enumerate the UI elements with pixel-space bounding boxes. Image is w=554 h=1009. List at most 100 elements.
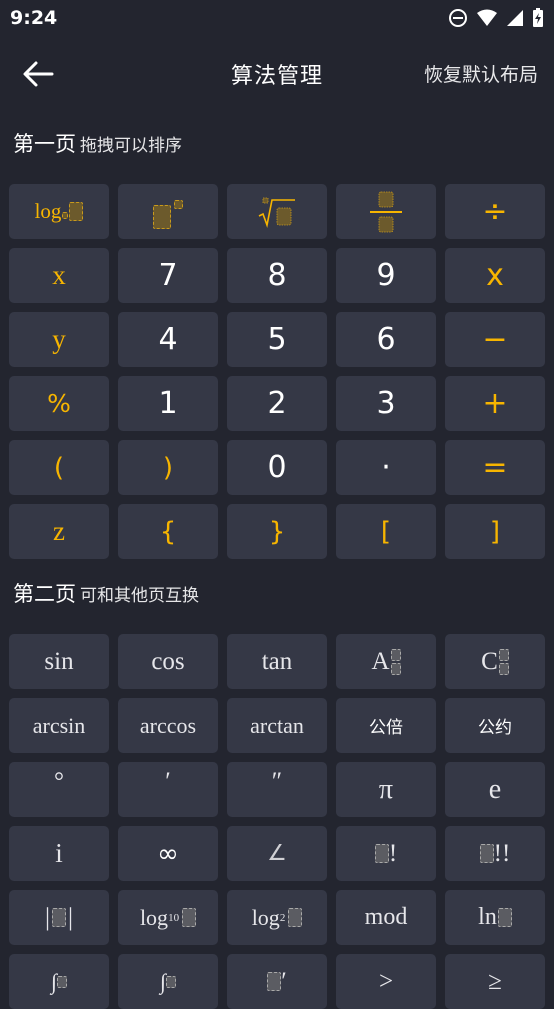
placeholder-box: [390, 662, 401, 675]
page2-hint: 可和其他页互换: [80, 586, 199, 606]
key-double-factorial[interactable]: !!: [445, 826, 545, 881]
key-ln[interactable]: ln: [445, 890, 545, 945]
placeholder-box: [267, 972, 282, 991]
key-7[interactable]: 7: [118, 248, 218, 303]
key-left-brace[interactable]: {: [118, 504, 218, 559]
app-bar: 算法管理 恢复默认布局: [0, 40, 554, 106]
key-arrangement[interactable]: A: [336, 634, 436, 689]
page1-keypad: log ÷ x 7 8 9 x y 4 5 6 − % 1 2 3 + ( ) …: [9, 184, 545, 559]
key-infinity[interactable]: ∞: [118, 826, 218, 881]
placeholder-box: [479, 844, 494, 863]
placeholder-stack: [390, 648, 401, 675]
key-8[interactable]: 8: [227, 248, 327, 303]
key-gcd[interactable]: 公约: [445, 698, 545, 753]
placeholder-box: [174, 200, 183, 209]
key-abs-bar: |: [68, 903, 74, 931]
key-fraction[interactable]: [336, 184, 436, 239]
key-arc-minute[interactable]: ′: [118, 762, 218, 817]
placeholder-box: [153, 204, 171, 229]
key-integral[interactable]: ∫: [9, 954, 109, 1009]
status-icons: [448, 8, 544, 28]
key-0[interactable]: 0: [227, 440, 327, 495]
page2-label: 第二页 可和其他页互换: [13, 578, 199, 608]
key-combination[interactable]: C: [445, 634, 545, 689]
key-left-bracket[interactable]: [: [336, 504, 436, 559]
key-log2[interactable]: log 2: [227, 890, 327, 945]
placeholder-box: [390, 648, 401, 661]
page2-keypad: sin cos tan A C arcsin arccos arctan 公倍 …: [9, 634, 545, 1009]
key-x-variable[interactable]: x: [9, 248, 109, 303]
key-divide[interactable]: ÷: [445, 184, 545, 239]
placeholder-box: [288, 908, 303, 927]
key-double-factorial-text: !!: [493, 839, 511, 867]
key-right-brace[interactable]: }: [227, 504, 327, 559]
key-multiply[interactable]: x: [445, 248, 545, 303]
placeholder-box: [374, 844, 389, 863]
key-4[interactable]: 4: [118, 312, 218, 367]
key-equals[interactable]: =: [445, 440, 545, 495]
key-decimal-point[interactable]: ·: [336, 440, 436, 495]
key-percent[interactable]: %: [9, 376, 109, 431]
key-plus[interactable]: +: [445, 376, 545, 431]
placeholder-box: [498, 662, 509, 675]
battery-icon: [533, 8, 543, 27]
key-log10-subscript: 10: [168, 911, 180, 924]
key-log-text: log: [34, 199, 62, 223]
key-log2-subscript: 2: [279, 911, 286, 924]
root-icon: [258, 197, 295, 228]
key-right-paren[interactable]: ): [118, 440, 218, 495]
placeholder-box: [498, 648, 509, 661]
key-z-variable[interactable]: z: [9, 504, 109, 559]
wifi-icon: [477, 9, 497, 26]
key-1[interactable]: 1: [118, 376, 218, 431]
key-e[interactable]: e: [445, 762, 545, 817]
key-derivative[interactable]: ′: [227, 954, 327, 1009]
key-definite-integral[interactable]: ∫: [118, 954, 218, 1009]
key-factorial-text: !: [388, 839, 398, 867]
key-abs-bar: |: [44, 903, 50, 931]
key-y-variable[interactable]: y: [9, 312, 109, 367]
key-right-bracket[interactable]: ]: [445, 504, 545, 559]
key-log-base[interactable]: log: [9, 184, 109, 239]
key-tan[interactable]: tan: [227, 634, 327, 689]
key-arctan[interactable]: arctan: [227, 698, 327, 753]
key-5[interactable]: 5: [227, 312, 327, 367]
status-time: 9:24: [10, 7, 58, 29]
placeholder-box: [182, 908, 197, 927]
key-greater-equal[interactable]: ≥: [445, 954, 545, 1009]
key-pi[interactable]: π: [336, 762, 436, 817]
key-angle[interactable]: ∠: [227, 826, 327, 881]
key-power[interactable]: [118, 184, 218, 239]
key-factorial[interactable]: !: [336, 826, 436, 881]
key-a-text: A: [371, 647, 390, 675]
key-9[interactable]: 9: [336, 248, 436, 303]
page1-hint: 拖拽可以排序: [80, 136, 182, 156]
key-arc-second[interactable]: ″: [227, 762, 327, 817]
key-imaginary-i[interactable]: i: [9, 826, 109, 881]
key-arcsin[interactable]: arcsin: [9, 698, 109, 753]
fraction-icon: [370, 191, 402, 232]
key-2[interactable]: 2: [227, 376, 327, 431]
key-left-paren[interactable]: (: [9, 440, 109, 495]
key-3[interactable]: 3: [336, 376, 436, 431]
placeholder-box: [57, 975, 68, 988]
key-lcm[interactable]: 公倍: [336, 698, 436, 753]
prime-symbol-icon: ′: [281, 967, 287, 995]
key-6[interactable]: 6: [336, 312, 436, 367]
placeholder-box: [497, 908, 512, 927]
key-cos[interactable]: cos: [118, 634, 218, 689]
placeholder-box: [52, 908, 66, 927]
key-sin[interactable]: sin: [9, 634, 109, 689]
key-ln-text: ln: [478, 904, 497, 930]
key-degree[interactable]: °: [9, 762, 109, 817]
page1-title: 第一页: [13, 132, 76, 156]
key-arccos[interactable]: arccos: [118, 698, 218, 753]
placeholder-box: [69, 202, 84, 221]
key-absolute-value[interactable]: | |: [9, 890, 109, 945]
key-greater-than[interactable]: >: [336, 954, 436, 1009]
key-log10[interactable]: log 10: [118, 890, 218, 945]
reset-layout-button[interactable]: 恢复默认布局: [424, 60, 538, 87]
key-nth-root[interactable]: [227, 184, 327, 239]
key-mod[interactable]: mod: [336, 890, 436, 945]
key-minus[interactable]: −: [445, 312, 545, 367]
